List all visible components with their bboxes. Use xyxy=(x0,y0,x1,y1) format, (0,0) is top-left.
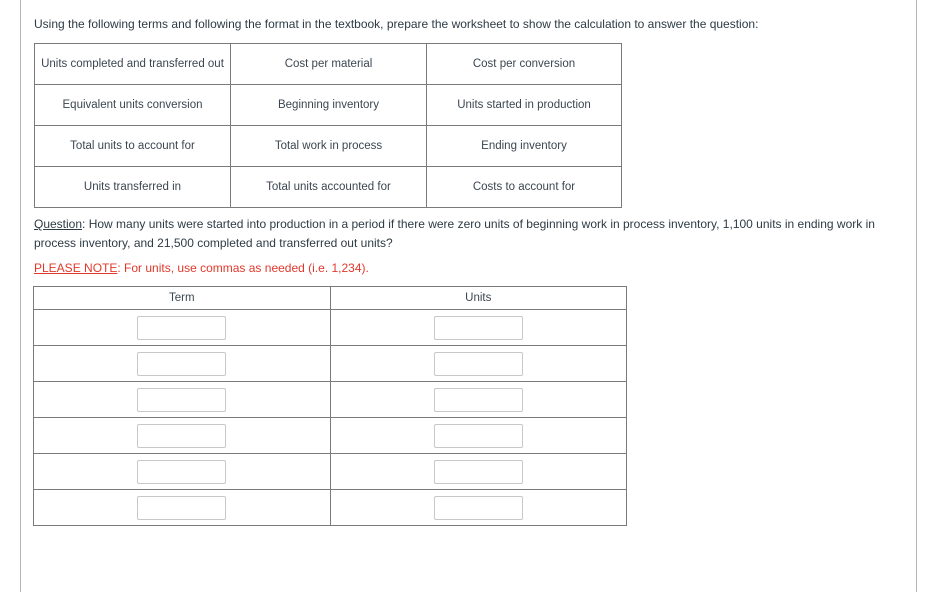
units-input[interactable] xyxy=(433,459,523,484)
worksheet-row xyxy=(33,381,627,418)
term-cell: Costs to account for xyxy=(426,166,622,208)
question-label: Question xyxy=(34,217,83,231)
term-cell xyxy=(33,345,331,382)
instructions-text: Using the following terms and following … xyxy=(34,17,759,31)
terms-row: Units completed and transferred out Cost… xyxy=(34,43,622,85)
worksheet-row xyxy=(33,417,627,454)
term-input[interactable] xyxy=(137,459,227,484)
header-term: Term xyxy=(33,286,331,310)
term-input[interactable] xyxy=(137,495,227,520)
terms-row: Total units to account for Total work in… xyxy=(34,125,622,167)
term-cell xyxy=(33,489,331,526)
units-input[interactable] xyxy=(433,315,523,340)
terms-row: Units transferred in Total units account… xyxy=(34,166,622,208)
worksheet-header-row: Term Units xyxy=(33,286,627,310)
term-cell: Beginning inventory xyxy=(230,84,427,126)
term-cell xyxy=(33,417,331,454)
term-input[interactable] xyxy=(137,423,227,448)
term-input[interactable] xyxy=(137,351,227,376)
term-cell: Total units accounted for xyxy=(230,166,427,208)
units-input[interactable] xyxy=(433,387,523,412)
worksheet-row xyxy=(33,309,627,346)
term-cell: Units transferred in xyxy=(34,166,231,208)
units-cell xyxy=(329,489,627,526)
term-cell xyxy=(33,453,331,490)
question-text: Question: How many units were started in… xyxy=(34,215,909,253)
units-cell xyxy=(329,309,627,346)
worksheet-row xyxy=(33,453,627,490)
term-cell: Total units to account for xyxy=(34,125,231,167)
term-cell: Ending inventory xyxy=(426,125,622,167)
term-cell xyxy=(33,381,331,418)
units-input[interactable] xyxy=(433,495,523,520)
terms-table: Units completed and transferred out Cost… xyxy=(34,43,622,208)
term-cell xyxy=(33,309,331,346)
terms-row: Equivalent units conversion Beginning in… xyxy=(34,84,622,126)
term-cell: Cost per material xyxy=(230,43,427,85)
term-cell: Units completed and transferred out xyxy=(34,43,231,85)
note-body: For units, use commas as needed (i.e. 1,… xyxy=(120,261,369,275)
term-cell: Cost per conversion xyxy=(426,43,622,85)
units-input[interactable] xyxy=(433,423,523,448)
question-body: How many units were started into product… xyxy=(34,217,875,250)
units-cell xyxy=(329,453,627,490)
units-cell xyxy=(329,381,627,418)
units-input[interactable] xyxy=(433,351,523,376)
units-cell xyxy=(329,417,627,454)
worksheet-row xyxy=(33,345,627,382)
term-input[interactable] xyxy=(137,387,227,412)
please-note: PLEASE NOTE: For units, use commas as ne… xyxy=(34,261,369,275)
units-cell xyxy=(329,345,627,382)
term-cell: Total work in process xyxy=(230,125,427,167)
term-cell: Equivalent units conversion xyxy=(34,84,231,126)
term-input[interactable] xyxy=(137,315,227,340)
note-label: PLEASE NOTE xyxy=(34,261,118,275)
term-cell: Units started in production xyxy=(426,84,622,126)
header-units: Units xyxy=(329,286,627,310)
worksheet-table: Term Units xyxy=(33,286,627,526)
worksheet-row xyxy=(33,489,627,526)
